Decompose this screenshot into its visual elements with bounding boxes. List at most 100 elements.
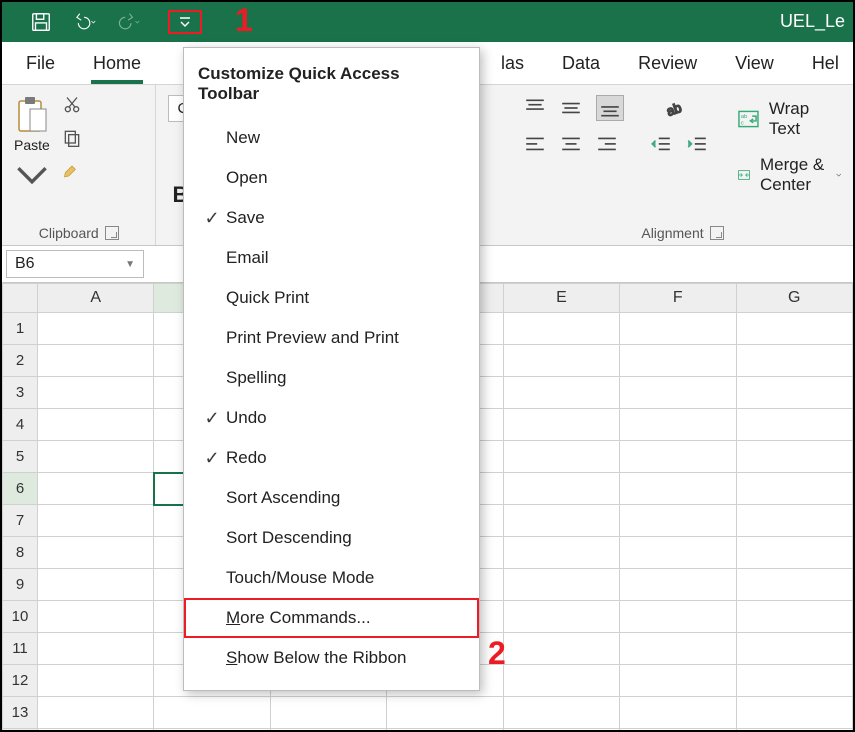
cell[interactable]: [620, 345, 736, 377]
tab-help[interactable]: Hel: [804, 45, 847, 84]
cell[interactable]: [503, 569, 619, 601]
merge-center-button[interactable]: Merge & Center: [738, 155, 841, 195]
cell[interactable]: [154, 729, 270, 732]
cell[interactable]: [736, 569, 852, 601]
cell[interactable]: [736, 601, 852, 633]
select-all-corner[interactable]: [3, 284, 38, 313]
row-header[interactable]: 6: [3, 473, 38, 505]
column-header[interactable]: G: [736, 284, 852, 313]
cell[interactable]: [620, 665, 736, 697]
cell[interactable]: [736, 633, 852, 665]
menu-item-more-commands[interactable]: More Commands...: [184, 598, 479, 638]
cell[interactable]: [38, 377, 154, 409]
column-header[interactable]: F: [620, 284, 736, 313]
cell[interactable]: [503, 345, 619, 377]
tab-data[interactable]: Data: [554, 45, 608, 84]
cell[interactable]: [503, 697, 619, 729]
cell[interactable]: [387, 729, 503, 732]
cell[interactable]: [154, 697, 270, 729]
copy-icon[interactable]: [62, 128, 82, 151]
align-bottom-icon[interactable]: [596, 95, 624, 121]
cell[interactable]: [503, 473, 619, 505]
cell[interactable]: [620, 729, 736, 732]
undo-icon[interactable]: [74, 11, 96, 33]
cell[interactable]: [503, 313, 619, 345]
cell[interactable]: [620, 569, 736, 601]
cell[interactable]: [736, 441, 852, 473]
customize-qat-button[interactable]: [168, 10, 202, 34]
cell[interactable]: [503, 505, 619, 537]
cell[interactable]: [503, 537, 619, 569]
cell[interactable]: [736, 313, 852, 345]
cell[interactable]: [38, 729, 154, 732]
save-icon[interactable]: [30, 11, 52, 33]
row-header[interactable]: 5: [3, 441, 38, 473]
row-header[interactable]: 4: [3, 409, 38, 441]
tab-view[interactable]: View: [727, 45, 782, 84]
tab-formulas[interactable]: las: [493, 45, 532, 84]
row-header[interactable]: 3: [3, 377, 38, 409]
cell[interactable]: [736, 665, 852, 697]
cell[interactable]: [38, 441, 154, 473]
paste-button[interactable]: Paste: [14, 95, 50, 195]
row-header[interactable]: 2: [3, 345, 38, 377]
alignment-launcher-icon[interactable]: [710, 226, 724, 240]
menu-item-quick-print[interactable]: Quick Print: [184, 278, 479, 318]
wrap-text-button[interactable]: abc Wrap Text: [738, 99, 841, 139]
align-middle-icon[interactable]: [560, 98, 582, 118]
align-left-icon[interactable]: [524, 135, 546, 155]
cell[interactable]: [503, 633, 619, 665]
row-header[interactable]: 14: [3, 729, 38, 732]
cell[interactable]: [620, 505, 736, 537]
align-center-icon[interactable]: [560, 135, 582, 155]
column-header[interactable]: A: [38, 284, 154, 313]
align-top-icon[interactable]: [524, 98, 546, 118]
row-header[interactable]: 7: [3, 505, 38, 537]
row-header[interactable]: 12: [3, 665, 38, 697]
cell[interactable]: [503, 665, 619, 697]
cell[interactable]: [38, 697, 154, 729]
menu-item-email[interactable]: Email: [184, 238, 479, 278]
cell[interactable]: [38, 473, 154, 505]
cell[interactable]: [736, 537, 852, 569]
menu-item-open[interactable]: Open: [184, 158, 479, 198]
decrease-indent-icon[interactable]: [650, 135, 672, 155]
menu-item-sort-ascending[interactable]: Sort Ascending: [184, 478, 479, 518]
cell[interactable]: [503, 409, 619, 441]
cell[interactable]: [736, 729, 852, 732]
menu-item-redo[interactable]: ✓Redo: [184, 438, 479, 478]
cell[interactable]: [620, 473, 736, 505]
cell[interactable]: [620, 313, 736, 345]
cell[interactable]: [736, 697, 852, 729]
cell[interactable]: [38, 505, 154, 537]
tab-review[interactable]: Review: [630, 45, 705, 84]
cell[interactable]: [736, 505, 852, 537]
cell[interactable]: [38, 313, 154, 345]
menu-item-new[interactable]: New: [184, 118, 479, 158]
cell[interactable]: [620, 377, 736, 409]
cell[interactable]: [620, 409, 736, 441]
cell[interactable]: [736, 409, 852, 441]
cell[interactable]: [620, 601, 736, 633]
menu-item-save[interactable]: ✓Save: [184, 198, 479, 238]
row-header[interactable]: 9: [3, 569, 38, 601]
cell[interactable]: [270, 697, 386, 729]
cell[interactable]: [38, 537, 154, 569]
cell[interactable]: [503, 601, 619, 633]
menu-item-undo[interactable]: ✓Undo: [184, 398, 479, 438]
cell[interactable]: [736, 377, 852, 409]
cell[interactable]: [38, 345, 154, 377]
cell[interactable]: [620, 633, 736, 665]
tab-file[interactable]: File: [18, 45, 63, 84]
menu-item-touch-mouse-mode[interactable]: Touch/Mouse Mode: [184, 558, 479, 598]
row-header[interactable]: 8: [3, 537, 38, 569]
cell[interactable]: [736, 345, 852, 377]
cell[interactable]: [503, 729, 619, 732]
cell[interactable]: [38, 409, 154, 441]
cell[interactable]: [620, 441, 736, 473]
tab-home[interactable]: Home: [85, 45, 149, 84]
cell[interactable]: [503, 377, 619, 409]
row-header[interactable]: 1: [3, 313, 38, 345]
row-header[interactable]: 13: [3, 697, 38, 729]
format-painter-icon[interactable]: [62, 161, 82, 184]
